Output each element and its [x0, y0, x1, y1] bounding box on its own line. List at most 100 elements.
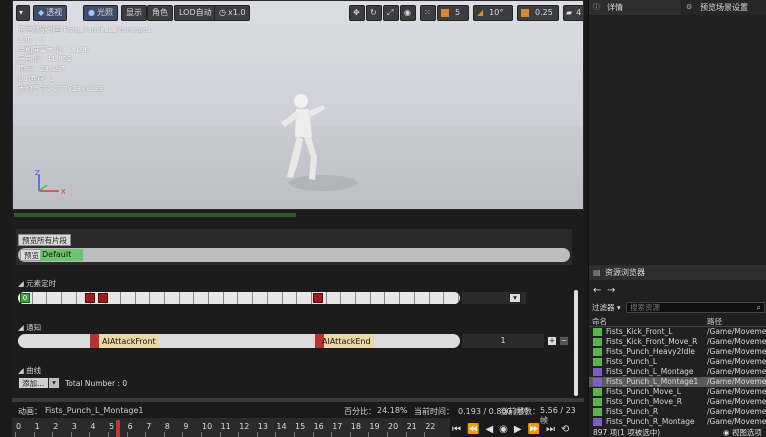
tab-preview-scene-settings[interactable]: ⚙ 预览场景设置	[682, 0, 766, 15]
view-options-button[interactable]: ◉ 视图选项	[723, 427, 762, 437]
chevron-down-icon: ▾	[52, 378, 56, 387]
grid-snap-button[interactable]: 5	[437, 5, 469, 21]
asset-row[interactable]: Fists_Punch_L_Montage/Game/Moveme	[589, 367, 766, 377]
timing-cell[interactable]	[282, 292, 298, 304]
animation-viewport[interactable]: ▾ ◆ 透视 ● 光照 显示 角色 LOD自动 ◷ x1.0 ✥ ↻ ⤢ ◉ ⁙…	[12, 0, 584, 210]
default-section-label[interactable]: Default	[40, 249, 83, 261]
timing-cell[interactable]	[120, 292, 136, 304]
timing-cell[interactable]	[385, 292, 401, 304]
timing-cell[interactable]	[106, 292, 121, 304]
skip-to-start-icon[interactable]: ⏮	[452, 424, 461, 435]
editor-scrollbar[interactable]	[574, 290, 578, 396]
add-notify-track-button[interactable]: +	[547, 336, 557, 346]
timing-cell[interactable]	[414, 292, 430, 304]
scale-snap-button[interactable]: 0.25	[517, 5, 559, 21]
remove-notify-track-button[interactable]: −	[559, 336, 569, 346]
add-curve-dropdown[interactable]: ▾	[48, 377, 60, 389]
record-icon[interactable]: ◉	[499, 424, 508, 435]
timing-cell[interactable]	[209, 292, 224, 304]
playback-speed-button[interactable]: ◷ x1.0	[214, 5, 251, 21]
timing-cell[interactable]	[135, 292, 151, 304]
asset-row[interactable]: Fists_Punch_Heavy2Idle/Game/Moveme	[589, 347, 766, 357]
tab-details[interactable]: ⓘ 详情	[589, 0, 681, 15]
skip-to-end-icon[interactable]: ⏭	[546, 424, 555, 435]
rotation-snap-button[interactable]: ◢ 10°	[473, 5, 513, 21]
asset-row[interactable]: Fists_Kick_Front_Move_R/Game/Moveme	[589, 337, 766, 347]
column-path[interactable]: 路径	[707, 316, 722, 326]
play-icon[interactable]: ▶	[514, 424, 522, 435]
timing-cell[interactable]	[326, 292, 342, 304]
timing-cell[interactable]	[400, 292, 415, 304]
curves-header[interactable]: ◢ 曲线	[18, 365, 41, 376]
timing-dropdown-button[interactable]: ▾	[509, 293, 521, 303]
timeline-ruler[interactable]	[12, 418, 450, 437]
timing-marker-0[interactable]: 0	[20, 293, 30, 303]
asset-row[interactable]: Fists_Punch_L/Game/Moveme	[589, 357, 766, 367]
timeline-playhead[interactable]	[116, 420, 120, 437]
timing-cell[interactable]	[32, 292, 48, 304]
timing-cell[interactable]	[297, 292, 312, 304]
timeline-frame-number: 2	[53, 422, 59, 431]
loop-icon[interactable]: ⟲	[561, 424, 569, 435]
timing-marker-red[interactable]	[313, 293, 323, 303]
timing-cell[interactable]	[444, 292, 459, 304]
timing-cell[interactable]	[150, 292, 165, 304]
notify-marker[interactable]	[90, 334, 99, 348]
search-icon: ⌕	[756, 303, 761, 312]
filter-button[interactable]: 过滤器 ▾	[592, 302, 621, 313]
timing-cell[interactable]	[194, 292, 210, 304]
column-name[interactable]: 命名	[592, 316, 607, 326]
asset-row[interactable]: Fists_Punch_L_Montage1/Game/Moveme	[589, 377, 766, 387]
default-section-bar[interactable]	[18, 248, 570, 262]
timing-cell[interactable]	[429, 292, 445, 304]
asset-row[interactable]: Fists_Punch_R_Montage/Game/Moveme	[589, 417, 766, 427]
timing-cell[interactable]	[165, 292, 180, 304]
lit-button[interactable]: ● 光照	[83, 5, 118, 21]
notify-label-attack-front[interactable]: AIAttackFront	[102, 337, 156, 346]
asset-browser-tab[interactable]: ▤ 资源浏览器	[589, 265, 766, 280]
forward-icon[interactable]: →	[607, 285, 615, 296]
show-button[interactable]: 显示	[121, 5, 147, 21]
asset-name: Fists_Punch_Move_L	[606, 387, 681, 396]
step-forward-icon[interactable]: ⏩	[528, 424, 540, 435]
surface-snap-button[interactable]: ⁙	[420, 5, 436, 21]
coordinate-space-button[interactable]: ◉	[400, 5, 416, 21]
timing-cell[interactable]	[267, 292, 283, 304]
rotate-mode-button[interactable]: ↻	[366, 5, 382, 21]
asset-row[interactable]: Fists_Kick_Front_L/Game/Moveme	[589, 327, 766, 337]
timing-cell[interactable]	[356, 292, 371, 304]
back-icon[interactable]: ←	[593, 285, 601, 296]
timing-cell[interactable]	[253, 292, 268, 304]
timing-cell[interactable]	[47, 292, 63, 304]
timing-cell[interactable]	[179, 292, 195, 304]
translate-mode-button[interactable]: ✥	[349, 5, 365, 21]
timeline-tick	[349, 432, 351, 437]
scale-mode-button[interactable]: ⤢	[383, 5, 399, 21]
timing-cell[interactable]	[341, 292, 357, 304]
timing-cell[interactable]	[238, 292, 254, 304]
step-back-icon[interactable]: ⏪	[467, 424, 479, 435]
play-reverse-icon[interactable]: ◀	[485, 424, 493, 435]
asset-name: Fists_Punch_R	[606, 407, 659, 416]
timing-marker-red[interactable]	[85, 293, 95, 303]
element-timing-header[interactable]: ◢ 元素定时	[18, 278, 56, 289]
asset-row[interactable]: Fists_Punch_Move_R/Game/Moveme	[589, 397, 766, 407]
lod-button[interactable]: LOD自动	[174, 5, 217, 21]
asset-search-input[interactable]: 搜索资源 ⌕	[626, 302, 765, 313]
preview-all-sections-button[interactable]: 预览所有片段	[18, 234, 71, 246]
timing-cell[interactable]	[370, 292, 386, 304]
timing-marker-red[interactable]	[98, 293, 108, 303]
notifies-header[interactable]: ◢ 通知	[18, 322, 41, 333]
perspective-button[interactable]: ◆ 透视	[33, 5, 68, 21]
character-button[interactable]: 角色	[147, 5, 173, 21]
timing-cell[interactable]	[223, 292, 239, 304]
camera-speed-button[interactable]: ▰ 4	[563, 5, 583, 21]
viewport-options-button[interactable]: ▾	[16, 5, 30, 21]
asset-row[interactable]: Fists_Punch_Move_L/Game/Moveme	[589, 387, 766, 397]
asset-row[interactable]: Fists_Punch_R/Game/Moveme	[589, 407, 766, 417]
notify-track[interactable]	[18, 334, 460, 348]
snap-icon: ⁙	[424, 8, 431, 17]
timeline-frame-number: 17	[332, 422, 343, 431]
notify-label-attack-end[interactable]: AIAttackEnd	[322, 337, 371, 346]
timing-cell[interactable]	[62, 292, 77, 304]
